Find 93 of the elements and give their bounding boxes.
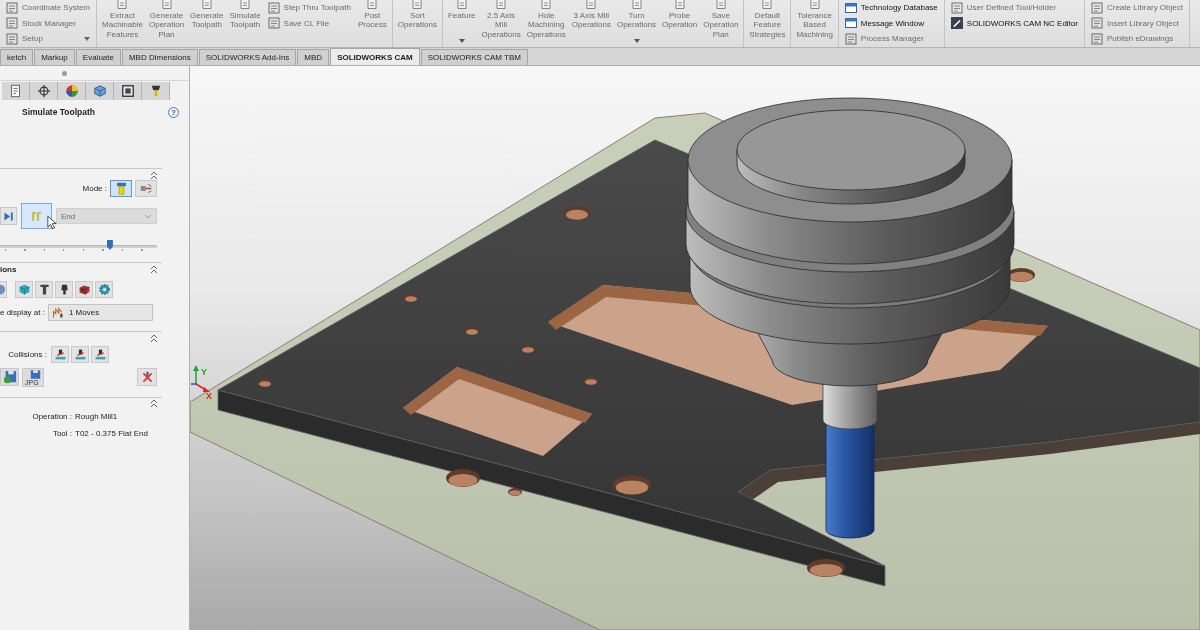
document-icon <box>116 0 129 9</box>
document-icon <box>761 0 774 9</box>
document-icon <box>585 0 598 9</box>
display-toggle-button[interactable] <box>95 280 113 298</box>
crossed-tools-icon <box>140 370 154 384</box>
collisions-label: Collisions : <box>7 349 47 359</box>
tab[interactable]: Markup <box>34 49 75 65</box>
tab[interactable]: MBD <box>297 49 330 65</box>
mode-button[interactable] <box>110 180 132 197</box>
section-heading: ions <box>0 265 17 274</box>
document-icon <box>540 0 553 9</box>
panel-title: Simulate Toolpath <box>22 107 96 117</box>
sheet-icon <box>267 1 280 14</box>
axis-label: X <box>206 391 212 401</box>
sheet-icon <box>950 1 963 14</box>
display-toggle-button[interactable] <box>35 280 53 298</box>
tab[interactable]: SOLIDWORKS Add-Ins <box>198 49 297 65</box>
crosshair-icon <box>36 84 51 98</box>
field-label: Operation : <box>31 411 72 423</box>
shaded-sphere-icon <box>64 84 79 98</box>
spindle-icon <box>139 182 153 195</box>
collision-icon <box>53 347 67 361</box>
mouse-pointer-icon <box>47 215 57 230</box>
collision-check-button[interactable] <box>71 345 89 363</box>
document-icon <box>200 0 213 9</box>
display-toggle-button[interactable] <box>15 280 33 298</box>
tab[interactable]: ketch <box>0 49 34 65</box>
field-value: Rough Mill1 <box>75 411 119 423</box>
sheet-icon <box>267 17 280 30</box>
save-button[interactable] <box>0 368 19 386</box>
sheet-icon <box>844 32 857 45</box>
toolpath-icon <box>51 306 64 319</box>
display-toggle-button[interactable] <box>0 280 7 298</box>
collision-icon <box>73 347 87 361</box>
collapse-icon[interactable] <box>150 334 158 343</box>
tab[interactable]: Evaluate <box>75 49 121 65</box>
document-icon <box>239 0 251 9</box>
display-label: e display at : <box>0 308 45 317</box>
sheet-icon <box>6 1 18 14</box>
tool-icon <box>114 182 128 195</box>
pause-icon <box>30 209 43 223</box>
collapse-icon[interactable] <box>150 171 158 180</box>
display-toggle-button[interactable] <box>55 280 73 298</box>
document-icon <box>808 0 821 9</box>
ribbon-button[interactable]: Technology Database <box>840 0 942 16</box>
tab[interactable]: MBD Dimensions <box>121 49 198 65</box>
collision-check-button[interactable] <box>51 345 69 363</box>
collapse-icon[interactable] <box>150 265 158 274</box>
axis-triad-drawing <box>190 365 210 392</box>
collapse-icon[interactable] <box>150 399 158 408</box>
tab[interactable]: SOLIDWORKS CAM <box>330 48 420 65</box>
mode-button[interactable] <box>135 180 157 197</box>
clear-collisions-button[interactable] <box>137 368 157 386</box>
sheet-icon <box>1090 17 1103 30</box>
document-icon <box>8 84 23 98</box>
grip-icon[interactable] <box>62 70 67 76</box>
document-icon <box>411 0 424 9</box>
document-icon <box>160 0 173 9</box>
slider-thumb[interactable] <box>106 240 113 250</box>
collision-check-button[interactable] <box>91 345 109 363</box>
collision-icon <box>93 347 107 361</box>
ribbon-button[interactable]: SOLIDWORKS CAM NC Editor <box>946 15 1082 31</box>
display-toggle-button[interactable] <box>75 280 93 298</box>
frame-icon <box>120 84 135 98</box>
sheet-icon <box>1090 32 1103 45</box>
end-mill-icon <box>37 282 51 296</box>
document-icon <box>366 0 379 9</box>
window-icon <box>844 17 857 30</box>
document-icon <box>714 0 727 9</box>
mode-label: Mode : <box>82 184 107 193</box>
axis-label: Y <box>201 367 207 377</box>
window-icon <box>844 1 857 14</box>
sheet-icon <box>6 17 18 30</box>
gear-icon <box>97 282 111 296</box>
ribbon-button[interactable]: Message Window <box>840 15 942 31</box>
moves-button[interactable]: 1 Moves <box>47 304 153 321</box>
pause-button[interactable] <box>21 203 52 229</box>
sheet-icon <box>6 32 18 45</box>
play-to-end-button[interactable] <box>0 207 17 225</box>
graphics-viewport[interactable]: Y X <box>190 66 1200 630</box>
pen-icon <box>950 17 963 30</box>
cube-icon <box>92 84 107 98</box>
document-icon <box>495 0 508 9</box>
document-icon <box>673 0 686 9</box>
document-icon <box>630 0 643 9</box>
tab[interactable]: SOLIDWORKS CAM TBM <box>420 49 528 65</box>
caret-icon <box>144 213 152 219</box>
field-value: T02 - 0.375 Flat End <box>75 428 149 440</box>
skip-to-end-icon <box>2 209 15 223</box>
sheet-icon <box>1090 1 1103 14</box>
document-icon <box>455 0 468 9</box>
cube-icon <box>17 282 31 296</box>
field-label: Tool : <box>51 428 72 440</box>
